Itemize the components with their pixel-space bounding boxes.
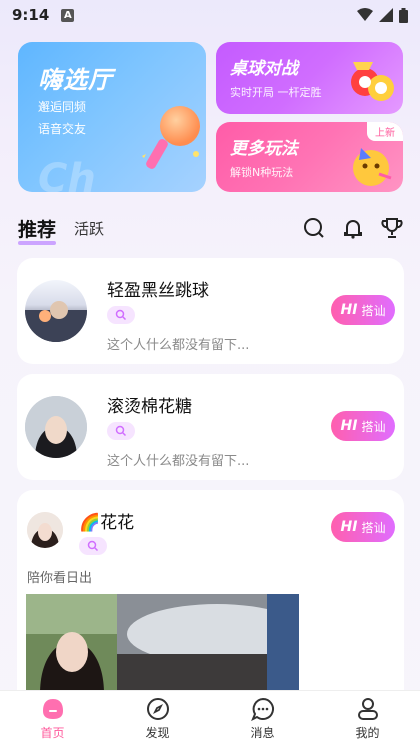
- banner-hi-hall-line1: 邂逅同频: [38, 100, 87, 114]
- banner-billiards[interactable]: 桌球对战 实时开局 一杆定胜: [216, 42, 403, 114]
- nav-messages[interactable]: 消息: [210, 691, 315, 746]
- banner-hi-hall[interactable]: Ch 嗨选厅 邂逅同频 语音交友: [18, 42, 206, 192]
- post-text: 陪你看日出: [27, 571, 93, 586]
- voice-tag: [79, 537, 107, 555]
- avatar[interactable]: [25, 280, 87, 342]
- greet-button[interactable]: HI 搭讪: [331, 512, 395, 542]
- banner-more-play[interactable]: 上新 更多玩法 解锁N种玩法: [216, 122, 403, 192]
- microphone-icon: [142, 106, 200, 169]
- user-name: 轻盈黑丝跳球: [107, 281, 209, 301]
- banner-ghost-text: Ch: [38, 156, 96, 192]
- avatar-image: [25, 396, 87, 458]
- banner-hi-hall-line2: 语音交友: [38, 122, 87, 136]
- top-actions: [303, 217, 403, 239]
- nav-home-label: 首页: [40, 725, 65, 740]
- banner-billiards-sub: 实时开局 一杆定胜: [230, 86, 322, 99]
- profile-icon: [357, 697, 378, 720]
- signal-icon: [379, 8, 393, 22]
- trophy-icon[interactable]: [381, 217, 403, 239]
- greet-label: 搭讪: [361, 520, 386, 535]
- greet-button[interactable]: HI 搭讪: [331, 295, 395, 325]
- status-time: 9:14: [12, 6, 50, 24]
- user-bio: 这个人什么都没有留下...: [107, 454, 250, 469]
- billiard-balls-icon: [351, 62, 394, 101]
- user-card[interactable]: 轻盈黑丝跳球 这个人什么都没有留下... HI 搭讪: [17, 258, 404, 364]
- nav-discover-label: 发现: [145, 725, 170, 740]
- post-photo-2[interactable]: [117, 594, 299, 694]
- banner-more-play-title: 更多玩法: [230, 139, 298, 159]
- avatar-image: [27, 512, 63, 548]
- greet-hi: HI: [340, 519, 358, 535]
- greet-label: 搭讪: [361, 419, 386, 434]
- nav-home[interactable]: 首页: [0, 691, 105, 746]
- greet-hi: HI: [340, 302, 358, 318]
- user-card[interactable]: 滚烫棉花糖 这个人什么都没有留下... HI 搭讪: [17, 374, 404, 480]
- banner-billiards-title: 桌球对战: [230, 59, 298, 79]
- home-icon: [42, 698, 63, 719]
- avatar-image: [25, 301, 87, 342]
- tab-recommend[interactable]: 推荐: [18, 215, 57, 245]
- nav-discover[interactable]: 发现: [105, 691, 210, 746]
- greet-hi: HI: [340, 418, 358, 434]
- avatar[interactable]: [27, 512, 63, 548]
- new-badge: 上新: [367, 122, 403, 141]
- user-bio: 这个人什么都没有留下...: [107, 338, 250, 353]
- avatar[interactable]: [25, 396, 87, 458]
- voice-tag: [107, 422, 135, 440]
- battery-icon: [399, 7, 408, 23]
- voice-tag: [107, 306, 135, 324]
- user-name: 🌈花花: [79, 513, 135, 533]
- bottom-nav: 首页 发现 消息 我的: [0, 690, 420, 746]
- status-bar: 9:14 A: [0, 0, 420, 30]
- search-icon[interactable]: [303, 217, 325, 239]
- search-small-icon: [115, 425, 127, 437]
- search-small-icon: [115, 309, 127, 321]
- status-icons: [357, 7, 408, 23]
- wifi-icon: [357, 8, 373, 21]
- post-photo-1[interactable]: [26, 594, 118, 694]
- tab-active-users[interactable]: 活跃: [74, 218, 104, 239]
- nav-profile[interactable]: 我的: [315, 691, 420, 746]
- banner-hi-hall-title: 嗨选厅: [38, 66, 113, 94]
- party-emoji-icon: [353, 148, 392, 186]
- bell-icon[interactable]: [343, 217, 363, 239]
- greet-label: 搭讪: [361, 303, 386, 318]
- compass-icon: [146, 697, 169, 720]
- search-small-icon: [87, 540, 99, 552]
- feed-tabs: 推荐 活跃: [18, 212, 403, 245]
- nav-messages-label: 消息: [250, 725, 275, 740]
- nav-profile-label: 我的: [355, 725, 380, 740]
- chat-icon: [250, 697, 274, 721]
- status-indicator: A: [61, 8, 75, 22]
- greet-button[interactable]: HI 搭讪: [331, 411, 395, 441]
- user-name: 滚烫棉花糖: [107, 397, 192, 417]
- banner-more-play-sub: 解锁N种玩法: [230, 166, 294, 179]
- post-card[interactable]: 🌈花花 HI 搭讪 陪你看日出: [17, 490, 404, 710]
